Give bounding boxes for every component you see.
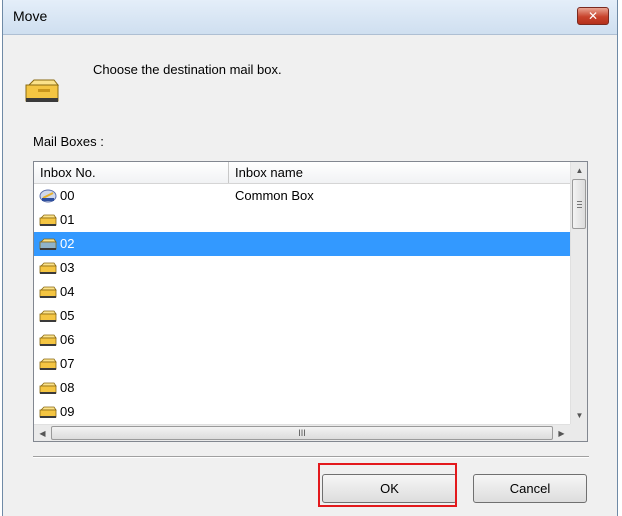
list-item[interactable]: 08 (34, 376, 570, 400)
instruction-text: Choose the destination mail box. (93, 62, 282, 77)
scroll-grip-icon: III (298, 428, 306, 438)
move-dialog: Move ✕ Choose the destination mail box. … (2, 0, 618, 516)
list-header: Inbox No. Inbox name (34, 162, 570, 184)
horizontal-scrollbar[interactable]: ◀ III ▶ (34, 424, 570, 441)
inbox-number: 07 (60, 356, 75, 371)
scroll-corner (570, 424, 587, 441)
inbox-number: 02 (60, 236, 75, 251)
column-header-inbox-name[interactable]: Inbox name (229, 162, 570, 183)
mailbox-icon (25, 79, 59, 102)
inbox-number: 06 (60, 332, 75, 347)
inbox-number: 08 (60, 380, 75, 395)
column-header-inbox-no[interactable]: Inbox No. (34, 162, 229, 183)
close-icon: ✕ (587, 9, 599, 23)
inbox-number: 03 (60, 260, 75, 275)
window-title: Move (13, 8, 48, 24)
list-item[interactable]: 06 (34, 328, 570, 352)
list-item[interactable]: 00 Common Box (34, 184, 570, 208)
vertical-scroll-thumb[interactable] (572, 179, 586, 229)
inbox-number: 09 (60, 404, 75, 419)
inbox-number: 04 (60, 284, 75, 299)
list-item[interactable]: 03 (34, 256, 570, 280)
list-item[interactable]: 01 (34, 208, 570, 232)
close-button[interactable]: ✕ (577, 7, 609, 25)
list-item[interactable]: 02 (34, 232, 570, 256)
list-item[interactable]: 07 (34, 352, 570, 376)
inbox-number: 00 (60, 188, 75, 203)
list-rows: 00 Common Box 01 02 03 04 05 06 07 08 09 (34, 184, 570, 420)
horizontal-scroll-thumb[interactable]: III (51, 426, 553, 440)
mailbox-list[interactable]: Inbox No. Inbox name 00 Common Box 01 02 03 0… (33, 161, 588, 442)
dialog-body: Choose the destination mail box. Mail Bo… (3, 35, 617, 516)
vertical-scrollbar[interactable]: ▲ ▼ (570, 162, 587, 424)
scroll-down-arrow-icon[interactable]: ▼ (571, 407, 587, 424)
scroll-right-arrow-icon[interactable]: ▶ (553, 425, 570, 441)
mail-boxes-label: Mail Boxes : (33, 134, 104, 149)
list-item[interactable]: 04 (34, 280, 570, 304)
inbox-number: 05 (60, 308, 75, 323)
inbox-number: 01 (60, 212, 75, 227)
title-bar: Move ✕ (3, 0, 617, 35)
scroll-left-arrow-icon[interactable]: ◀ (34, 425, 51, 441)
cancel-button[interactable]: Cancel (473, 474, 587, 503)
scroll-up-arrow-icon[interactable]: ▲ (571, 162, 587, 179)
list-item[interactable]: 09 (34, 400, 570, 420)
inbox-name: Common Box (235, 188, 314, 203)
list-item[interactable]: 05 (34, 304, 570, 328)
ok-button-highlight (318, 463, 457, 507)
